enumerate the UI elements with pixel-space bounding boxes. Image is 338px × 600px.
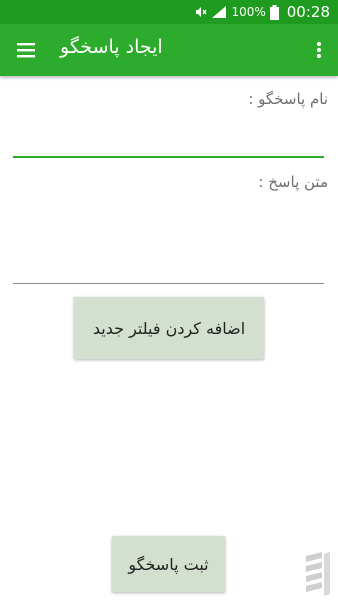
hamburger-menu-icon[interactable] bbox=[14, 37, 40, 63]
status-time: 00:28 bbox=[286, 3, 330, 21]
text-label: متن پاسخ : bbox=[258, 173, 328, 191]
signal-icon bbox=[212, 6, 227, 18]
save-button[interactable]: ثبت پاسخگو bbox=[112, 536, 225, 592]
add-filter-button[interactable]: اضافه کردن فیلتر جدید bbox=[74, 297, 264, 359]
mute-icon bbox=[196, 7, 207, 17]
app-store-logo-icon bbox=[300, 548, 334, 598]
page-title: ایجاد پاسخگو bbox=[60, 36, 163, 58]
battery-icon bbox=[269, 4, 279, 20]
battery-percent: 100% bbox=[231, 5, 266, 19]
app-bar: ایجاد پاسخگو bbox=[0, 24, 338, 76]
name-field[interactable] bbox=[13, 124, 324, 158]
more-vert-icon[interactable] bbox=[310, 37, 328, 63]
name-label: نام پاسخگو : bbox=[248, 90, 328, 108]
status-bar: 100% 00:28 bbox=[0, 0, 338, 24]
text-field[interactable] bbox=[13, 250, 324, 284]
